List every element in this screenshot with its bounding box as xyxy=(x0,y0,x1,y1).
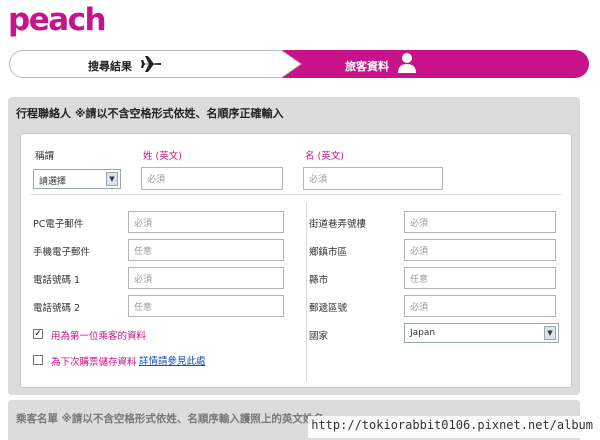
city-input[interactable]: 任意 xyxy=(404,267,556,289)
given-name-input[interactable]: 必須 xyxy=(303,167,443,190)
contact-panel: 行程聯絡人 ※請以不含空格形式依姓、名順序正確輸入 稱謂 請選擇 ▼ 姓 (英文… xyxy=(8,97,580,395)
step-search-results: 搜尋結果 xyxy=(9,50,282,78)
phone2-input[interactable]: 任意 xyxy=(128,295,284,317)
airplane-icon xyxy=(140,54,162,77)
phone2-label: 電話號碼 2 xyxy=(33,303,81,314)
mobile-email-input[interactable]: 任意 xyxy=(128,239,284,261)
save-for-next-checkbox[interactable] xyxy=(33,355,43,365)
passenger-list-title: 乘客名單 ※請以不含空格形式依姓、名順序輸入護照上的英文姓名 xyxy=(16,413,324,425)
contact-panel-title: 行程聯絡人 ※請以不含空格形式依姓、名順序正確輸入 xyxy=(16,107,284,120)
peach-logo: peach xyxy=(8,2,107,38)
person-icon xyxy=(397,52,417,77)
country-value: Japan xyxy=(410,328,436,338)
details-link[interactable]: 詳情請參見此處 xyxy=(139,353,206,367)
surname-label: 姓 (英文) xyxy=(143,151,182,162)
chevron-down-icon: ▼ xyxy=(106,172,118,186)
country-label: 國家 xyxy=(309,331,329,342)
watermark-url: http://tokiorabbit0106.pixnet.net/album xyxy=(308,416,596,438)
country-select[interactable]: Japan ▼ xyxy=(404,323,559,343)
step-chevron-overlay xyxy=(281,50,302,78)
phone1-input[interactable]: 必須 xyxy=(128,267,284,289)
phone1-label: 電話號碼 1 xyxy=(33,275,81,286)
booking-progress: 搜尋結果 旅客資料 xyxy=(9,50,589,78)
street-label: 街道巷弄號樓 xyxy=(309,219,367,230)
step-passenger-info: 旅客資料 xyxy=(281,50,589,78)
form-divider xyxy=(31,194,561,195)
chevron-down-icon: ▼ xyxy=(544,326,556,340)
pc-email-input[interactable]: 必須 xyxy=(128,211,284,233)
step-search-results-label: 搜尋結果 xyxy=(88,60,132,73)
city-label: 縣市 xyxy=(309,275,329,286)
use-as-first-passenger-label: 用為第一位乘客的資料 xyxy=(51,331,147,342)
mobile-email-label: 手機電子郵件 xyxy=(33,247,91,258)
salutation-value: 請選擇 xyxy=(39,177,67,187)
salutation-label: 稱謂 xyxy=(35,151,55,162)
pc-email-label: PC電子郵件 xyxy=(33,219,84,230)
save-for-next-label: 為下次購票儲存資料 xyxy=(51,357,137,368)
surname-input[interactable]: 必須 xyxy=(141,167,283,190)
district-label: 鄉鎮市區 xyxy=(309,247,348,258)
postal-code-label: 郵遞區號 xyxy=(309,303,348,314)
contact-form: 稱謂 請選擇 ▼ 姓 (英文) 必須 名 (英文) 必須 PC電子郵件 必須 手… xyxy=(20,133,572,388)
use-as-first-passenger-checkbox[interactable]: ✓ xyxy=(33,329,43,339)
district-input[interactable]: 必須 xyxy=(404,239,556,261)
salutation-select[interactable]: 請選擇 ▼ xyxy=(33,169,121,189)
column-divider xyxy=(306,202,307,382)
given-name-label: 名 (英文) xyxy=(305,151,344,162)
step-passenger-info-label: 旅客資料 xyxy=(345,60,389,73)
street-input[interactable]: 必須 xyxy=(404,211,556,233)
postal-code-input[interactable]: 必須 xyxy=(404,295,556,317)
